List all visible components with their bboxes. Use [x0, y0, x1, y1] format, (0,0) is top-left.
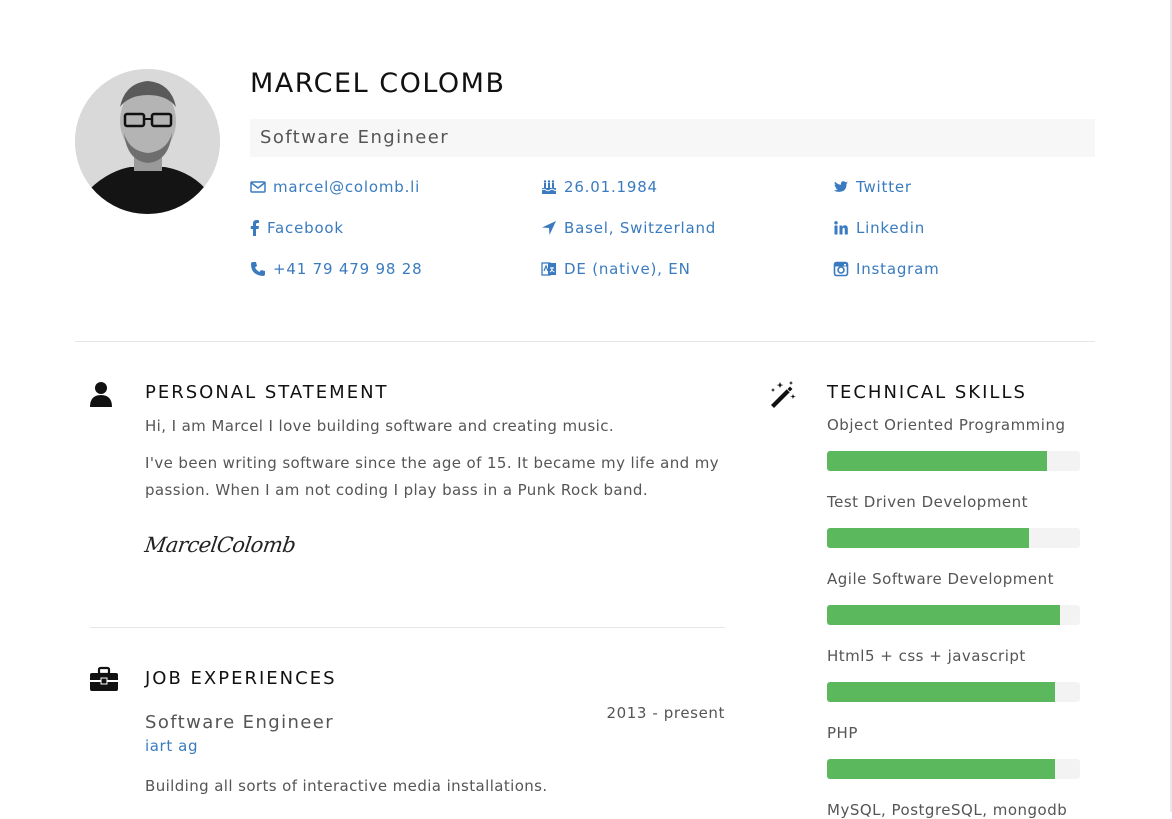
- job-company-link[interactable]: iart ag: [145, 737, 198, 755]
- skill-label: Object Oriented Programming: [827, 416, 1066, 434]
- skill-bar: [827, 528, 1080, 548]
- facebook-icon: [250, 220, 260, 236]
- facebook-link[interactable]: Facebook: [250, 219, 344, 237]
- envelope-icon: [250, 179, 266, 195]
- user-icon: [88, 381, 116, 409]
- instagram-link[interactable]: Instagram: [833, 260, 940, 278]
- avatar: [75, 69, 220, 214]
- skill-bar-fill: [827, 528, 1030, 548]
- profile-name: MARCEL COLOMB: [250, 68, 506, 99]
- phone-link[interactable]: +41 79 479 98 28: [250, 260, 422, 278]
- languages: DE (native), EN: [541, 260, 691, 278]
- signature: MarcelColomb: [143, 533, 298, 557]
- job-dates: 2013 - present: [606, 704, 725, 722]
- skill-label: Html5 + css + javascript: [827, 647, 1026, 665]
- skill-label: Test Driven Development: [827, 493, 1029, 511]
- job-description: Building all sorts of interactive media …: [145, 777, 548, 795]
- location: Basel, Switzerland: [541, 219, 716, 237]
- language-icon: [541, 261, 557, 277]
- skill-bar: [827, 451, 1080, 471]
- job-experiences-heading: JOB EXPERIENCES: [145, 668, 337, 689]
- profile-title: Software Engineer: [260, 127, 450, 148]
- twitter-icon: [833, 179, 849, 195]
- skill-label: Agile Software Development: [827, 570, 1054, 588]
- skill-bar-fill: [827, 451, 1048, 471]
- skill-bar: [827, 605, 1080, 625]
- job-title: Software Engineer: [145, 712, 335, 733]
- instagram-icon: [833, 261, 849, 277]
- skill-bar-fill: [827, 682, 1055, 702]
- birthday-cake-icon: [541, 179, 557, 195]
- linkedin-link[interactable]: Linkedin: [833, 219, 925, 237]
- statement-line-1: I've been writing software since the age…: [145, 454, 719, 472]
- skill-label: PHP: [827, 724, 858, 742]
- briefcase-icon: [90, 666, 118, 694]
- twitter-link[interactable]: Twitter: [833, 178, 912, 196]
- statement-line-2: passion. When I am not coding I play bas…: [145, 481, 648, 499]
- skill-bar-fill: [827, 759, 1055, 779]
- statement-intro: Hi, I am Marcel I love building software…: [145, 417, 615, 435]
- section-divider: [90, 627, 725, 628]
- birthdate: 26.01.1984: [541, 178, 658, 196]
- skill-label: MySQL, PostgreSQL, mongodb: [827, 801, 1068, 819]
- personal-statement-heading: PERSONAL STATEMENT: [145, 382, 389, 403]
- job-title-bar: Software Engineer: [250, 119, 1095, 157]
- skill-bar: [827, 759, 1080, 779]
- header-divider: [75, 341, 1095, 342]
- magic-wand-icon: [769, 380, 797, 408]
- technical-skills-heading: TECHNICAL SKILLS: [827, 382, 1027, 403]
- location-arrow-icon: [541, 220, 557, 236]
- skill-bar: [827, 682, 1080, 702]
- email-link[interactable]: marcel@colomb.li: [250, 178, 420, 196]
- linkedin-icon: [833, 220, 849, 236]
- skill-bar-fill: [827, 605, 1060, 625]
- phone-icon: [250, 261, 266, 277]
